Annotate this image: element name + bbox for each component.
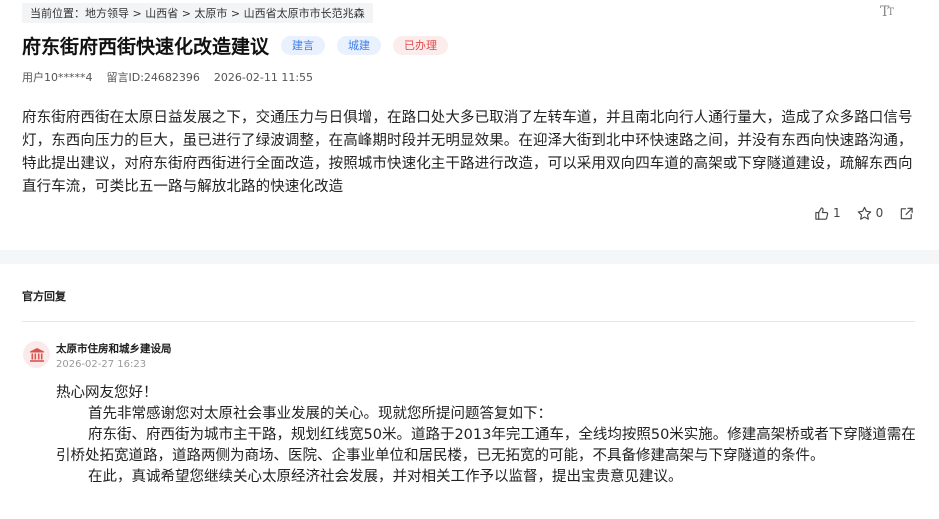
like-count: 1 xyxy=(833,206,841,220)
reply-paragraph: 府东街、府西街为城市主干路，规划红线宽50米。道路于2013年完工通车，全线均按… xyxy=(56,427,916,464)
text-size-icon[interactable]: TT xyxy=(877,3,895,21)
post-datetime: 2026-02-11 11:55 xyxy=(213,70,314,84)
reply-body: 热心网友您好！ 首先非常感谢您对太原社会事业发展的关心。现就您所提问题答复如下：… xyxy=(56,383,918,488)
status-badge: 已办理 xyxy=(393,35,449,55)
thumbs-up-icon xyxy=(815,206,829,220)
breadcrumb: 当前位置：地方领导 > 山西省 > 太原市 > 山西省太原市市长范兆森 xyxy=(22,3,373,23)
breadcrumb-text: 当前位置：地方领导 > 山西省 > 太原市 > 山西省太原市市长范兆森 xyxy=(30,7,365,20)
author-name: 用户10*****4 xyxy=(22,71,93,84)
reply-date: 2026-02-27 16:23 xyxy=(56,359,147,370)
tag-suggestion: 建言 xyxy=(281,35,326,55)
share-button[interactable] xyxy=(899,206,918,221)
department-name: 太原市住房和城乡建设局 xyxy=(56,343,172,355)
reply-paragraph: 首先非常感谢您对太原社会事业发展的关心。现就您所提问题答复如下： xyxy=(88,406,552,422)
page-title: 府东街府西街快速化改造建议 xyxy=(22,35,270,58)
share-icon xyxy=(901,207,913,219)
post-header: 府东街府西街快速化改造建议 建言 城建 已办理 xyxy=(22,32,460,58)
like-button[interactable]: 1 xyxy=(814,206,841,221)
heading-rule xyxy=(22,321,915,322)
avatar xyxy=(23,341,50,368)
post-actions: 1 0 xyxy=(814,204,918,222)
favorite-count: 0 xyxy=(875,206,884,220)
section-divider xyxy=(0,250,939,264)
post-meta: 用户10*****4 留言ID:24682396 2026-02-11 11:5… xyxy=(22,69,327,85)
post-body: 府东街府西街在太原日益发展之下，交通压力与日俱增，在路口处大多已取消了左转车道，… xyxy=(22,110,913,195)
government-building-icon xyxy=(29,347,44,362)
star-icon xyxy=(857,206,871,220)
reply-greeting: 热心网友您好！ xyxy=(56,385,158,401)
message-id: 留言ID:24682396 xyxy=(106,71,200,84)
reply-paragraph: 在此，真诚希望您继续关心太原经济社会发展，并对相关工作予以监督，提出宝贵意见建议… xyxy=(88,469,683,485)
favorite-button[interactable]: 0 xyxy=(857,206,884,221)
tag-urban-construction: 城建 xyxy=(337,35,382,55)
official-reply-heading: 官方回复 xyxy=(22,290,66,303)
